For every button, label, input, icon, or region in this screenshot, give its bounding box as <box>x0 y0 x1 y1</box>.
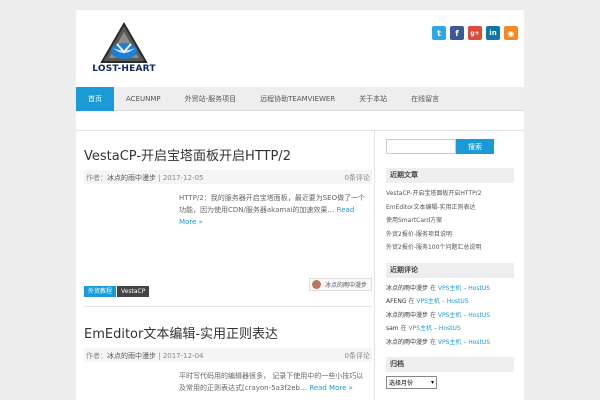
comment-post-link[interactable]: VPS主机 – HostUS <box>409 325 461 332</box>
post-excerpt: HTTP/2：我的服务器开启宝塔面板，最近要为SEO做了一个功能，因为使用CDN… <box>179 192 369 272</box>
page-container: LOST-HEART t f g+ in ◉ 首页 ACEUNMP 外贸站-服务… <box>76 10 524 400</box>
comment-post-link[interactable]: VPS主机 – HostUS <box>416 298 468 305</box>
comment-on: 在 <box>429 338 436 346</box>
social-links: t f g+ in ◉ <box>432 26 518 40</box>
tag-category[interactable]: 外贸教程 <box>84 286 117 297</box>
nav-item-home[interactable]: 首页 <box>76 87 114 111</box>
author-label: 作者： <box>86 352 107 360</box>
post: EmEditor文本编辑-实用正则表达 作者：冰点的雨中漫步 | 2017-12… <box>84 307 372 394</box>
comment-author[interactable]: AFENG <box>386 298 406 305</box>
comment-author[interactable]: 冰点的雨中漫步 <box>386 312 428 319</box>
read-more-link[interactable]: Read More » <box>309 384 353 392</box>
post-date: 2017-12-05 <box>162 174 204 182</box>
comment-on: 在 <box>429 311 436 319</box>
search-input[interactable] <box>386 139 456 154</box>
site-logo[interactable]: LOST-HEART <box>84 22 164 82</box>
recent-posts-list: VestaCP-开启宝塔面板开启HTTP/2 EmEditor文本编辑-实用正则… <box>386 187 514 255</box>
comment-count[interactable]: 0条评论 <box>345 351 370 361</box>
list-item: sam 在 VPS主机 – HostUS <box>386 322 514 336</box>
list-item: AFENG 在 VPS主机 – HostUS <box>386 295 514 309</box>
tag-vestacp[interactable]: VestaCP <box>117 286 150 297</box>
post-tags: 外贸教程 VestaCP 冰点的雨中漫步 <box>84 278 372 297</box>
list-item[interactable]: 外贸2报价-服务项目说明 <box>386 228 514 242</box>
logo-text: LOST-HEART <box>92 64 156 74</box>
author-label: 作者： <box>86 174 107 182</box>
comment-post-link[interactable]: VPS主机 – HostUS <box>438 285 490 292</box>
main-area: VestaCP-开启宝塔面板开启HTTP/2 作者：冰点的雨中漫步 | 2017… <box>76 130 524 400</box>
nav-item-teamviewer[interactable]: 远程协助TEAMVIEWER <box>248 87 347 111</box>
column-divider <box>374 131 375 400</box>
nav-item-about[interactable]: 关于本站 <box>347 87 399 111</box>
archive-select-value: 选择月份 <box>389 380 414 387</box>
chevron-down-icon: ▾ <box>430 379 434 386</box>
list-item[interactable]: 使用SmartCard方案 <box>386 214 514 228</box>
google-plus-icon[interactable]: g+ <box>468 26 482 40</box>
lost-heart-logo-icon <box>100 22 148 63</box>
comment-author[interactable]: sam <box>386 325 399 332</box>
archive-title: 归档 <box>386 357 514 372</box>
recent-posts-title: 近期文章 <box>386 168 514 183</box>
comment-author[interactable]: 冰点的雨中漫步 <box>386 285 428 292</box>
post-title[interactable]: VestaCP-开启宝塔面板开启HTTP/2 <box>84 145 372 164</box>
post-meta: 作者：冰点的雨中漫步 | 2017-12-04 0条评论 <box>84 348 372 362</box>
list-item[interactable]: VestaCP-开启宝塔面板开启HTTP/2 <box>386 187 514 201</box>
facebook-icon[interactable]: f <box>450 26 464 40</box>
recent-comments-list: 冰点的雨中漫步 在 VPS主机 – HostUS AFENG 在 VPS主机 –… <box>386 282 514 350</box>
post-date: 2017-12-04 <box>162 352 204 360</box>
linkedin-icon[interactable]: in <box>486 26 500 40</box>
comment-count[interactable]: 0条评论 <box>345 173 370 183</box>
recent-comments-title: 近期评论 <box>386 262 514 278</box>
list-item: 冰点的雨中漫步 在 VPS主机 – HostUS <box>386 309 514 323</box>
site-header: LOST-HEART t f g+ in ◉ <box>76 10 524 85</box>
author-box[interactable]: 冰点的雨中漫步 <box>308 278 372 291</box>
post: VestaCP-开启宝塔面板开启HTTP/2 作者：冰点的雨中漫步 | 2017… <box>84 131 372 307</box>
avatar-name: 冰点的雨中漫步 <box>324 282 367 289</box>
archive-select[interactable]: 选择月份 ▾ <box>386 376 437 389</box>
post-author[interactable]: 冰点的雨中漫步 <box>107 352 156 360</box>
post-author[interactable]: 冰点的雨中漫步 <box>107 174 156 182</box>
comment-on: 在 <box>429 284 436 292</box>
comment-on: 在 <box>400 325 407 332</box>
post-excerpt: 平时写代码用的编辑器很多， 记录下使用中的一些小技巧以及常用的正则表达式[cra… <box>179 370 369 394</box>
comment-post-link[interactable]: VPS主机 – HostUS <box>438 312 490 319</box>
sidebar: 搜索 近期文章 VestaCP-开启宝塔面板开启HTTP/2 EmEditor文… <box>386 139 514 389</box>
nav-item-services[interactable]: 外贸站-服务项目 <box>173 87 249 111</box>
comment-post-link[interactable]: VPS主机 – HostUS <box>438 339 490 346</box>
list-item: 冰点的雨中漫步 在 VPS主机 – HostUS <box>386 336 514 350</box>
twitter-icon[interactable]: t <box>432 26 446 40</box>
nav-item-aceunmp[interactable]: ACEUNMP <box>114 87 173 111</box>
list-item[interactable]: 外贸2报价-服务100个问题汇总说明 <box>386 241 514 255</box>
post-list: VestaCP-开启宝塔面板开启HTTP/2 作者：冰点的雨中漫步 | 2017… <box>84 131 372 394</box>
avatar <box>311 280 321 289</box>
rss-icon[interactable]: ◉ <box>504 26 518 40</box>
post-title[interactable]: EmEditor文本编辑-实用正则表达 <box>84 323 372 342</box>
post-meta: 作者：冰点的雨中漫步 | 2017-12-05 0条评论 <box>84 170 372 184</box>
search-form: 搜索 <box>386 139 514 154</box>
comment-on: 在 <box>408 298 415 305</box>
nav-item-guestbook[interactable]: 在线留言 <box>399 87 451 111</box>
comment-author[interactable]: 冰点的雨中漫步 <box>386 339 428 346</box>
list-item: 冰点的雨中漫步 在 VPS主机 – HostUS <box>386 282 514 296</box>
main-nav: 首页 ACEUNMP 外贸站-服务项目 远程协助TEAMVIEWER 关于本站 … <box>76 87 524 111</box>
search-button[interactable]: 搜索 <box>456 139 494 154</box>
list-item[interactable]: EmEditor文本编辑-实用正则表达 <box>386 201 514 215</box>
